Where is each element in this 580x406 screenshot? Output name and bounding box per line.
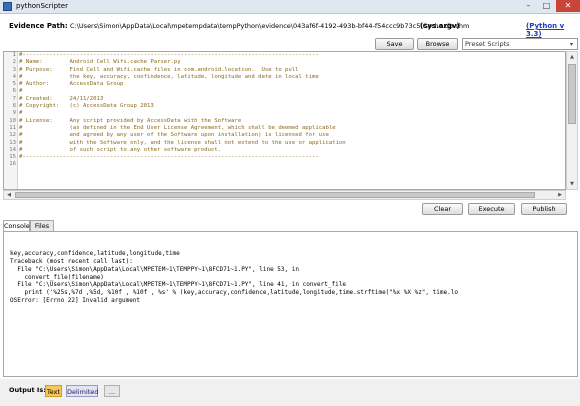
title-bar: pythonScripter – □ ✕ bbox=[0, 0, 580, 14]
console-line: Traceback (most recent call last): bbox=[10, 257, 133, 265]
code-line: # bbox=[19, 110, 23, 117]
line-number: 10 bbox=[9, 117, 16, 124]
line-number: 9 bbox=[12, 110, 16, 117]
browse-button[interactable]: Browse bbox=[417, 38, 458, 50]
code-line: #---------------------------------------… bbox=[19, 52, 319, 58]
line-number: 8 bbox=[12, 103, 16, 110]
code-line: # License: Any script provided by Access… bbox=[19, 117, 242, 124]
output-is-label: Output Is: bbox=[9, 386, 46, 394]
line-number: 5 bbox=[12, 81, 16, 88]
line-number: 7 bbox=[12, 95, 16, 102]
console-line: File "C:\Users\Simon\AppData\Local\MPETE… bbox=[10, 265, 299, 273]
code-line: # the key, accuracy, confindence, latitu… bbox=[19, 73, 319, 80]
clear-button[interactable]: Clear bbox=[422, 203, 463, 215]
console-line: print ('%25s,%7d ,%5d, %10f , %10f , %s'… bbox=[10, 289, 458, 297]
console-line: File "C:\Users\Simon\AppData\Local\MPETE… bbox=[10, 281, 346, 289]
editor-horizontal-scrollbar[interactable]: ◀ ▶ bbox=[3, 190, 566, 200]
line-number: 15 bbox=[9, 154, 16, 161]
editor-vertical-scrollbar[interactable]: ▲ ▼ bbox=[566, 51, 578, 190]
scroll-thumb-horizontal[interactable] bbox=[15, 192, 535, 198]
code-line: # Created: 24/11/2013 bbox=[19, 95, 104, 102]
scroll-left-icon[interactable]: ◀ bbox=[4, 191, 14, 199]
publish-button[interactable]: Publish bbox=[521, 203, 567, 215]
evidence-path-row: Evidence Path: C:\Users\Simon\AppData\Lo… bbox=[0, 14, 580, 38]
code-line: # (as defined in the End User License Ag… bbox=[19, 124, 336, 131]
output-options-button[interactable]: ... bbox=[104, 385, 120, 397]
code-line: # and agreed by any user of the Software… bbox=[19, 132, 329, 139]
line-number: 11 bbox=[9, 124, 16, 131]
console-line: OSError: [Errno 22] Invalid argument bbox=[10, 297, 141, 305]
save-button[interactable]: Save bbox=[375, 38, 414, 50]
console-output[interactable]: key,accuracy,confidence,latitude,longitu… bbox=[3, 231, 578, 377]
python-version-link[interactable]: (Python v 3.3) bbox=[526, 22, 580, 38]
evidence-path-value: C:\Users\Simon\AppData\Local\mpetempdata… bbox=[70, 22, 470, 30]
evidence-path-label: Evidence Path: bbox=[9, 22, 68, 30]
console-line: convert_file(filename) bbox=[10, 273, 104, 281]
close-button[interactable]: ✕ bbox=[556, 0, 580, 12]
line-number: 2 bbox=[12, 59, 16, 66]
output-format-row: Output Is: Text Delimited ... bbox=[0, 379, 580, 406]
code-line: # of such script to any other software p… bbox=[19, 146, 222, 153]
code-line: # bbox=[19, 88, 23, 95]
console-line: key,accuracy,confidence,latitude,longitu… bbox=[10, 249, 180, 257]
line-number-gutter: 1 2 3 4 5 6 7 8 9 10 11 12 13 14 15 16 bbox=[4, 52, 18, 189]
line-number: 13 bbox=[9, 139, 16, 146]
console-lines: key,accuracy,confidence,latitude,longitu… bbox=[10, 242, 576, 305]
line-number: 14 bbox=[9, 146, 16, 153]
line-number: 1 bbox=[12, 52, 16, 58]
line-number: 4 bbox=[12, 73, 16, 80]
code-line: #---------------------------------------… bbox=[19, 154, 319, 161]
code-line: # with the Software only, and the licens… bbox=[19, 139, 346, 146]
line-number: 3 bbox=[12, 66, 16, 73]
preset-scripts-placeholder: Preset Scripts bbox=[465, 40, 510, 48]
minimize-button[interactable]: – bbox=[520, 0, 537, 12]
output-delimited-option[interactable]: Delimited bbox=[66, 385, 98, 397]
output-text-option[interactable]: Text bbox=[45, 385, 62, 397]
line-number bbox=[4, 169, 17, 176]
chevron-down-icon[interactable]: ▾ bbox=[567, 40, 576, 49]
app-icon bbox=[3, 2, 12, 11]
line-number: 6 bbox=[12, 88, 16, 95]
code-line: # Author: AccessData Group bbox=[19, 81, 124, 88]
code-area[interactable]: #---------------------------------------… bbox=[19, 52, 565, 176]
scroll-thumb[interactable] bbox=[568, 64, 576, 124]
scroll-right-icon[interactable]: ▶ bbox=[555, 191, 565, 199]
window-title: pythonScripter bbox=[16, 2, 68, 10]
tab-files[interactable]: Files bbox=[30, 220, 54, 231]
line-number: 12 bbox=[9, 132, 16, 139]
code-line: # Copyright: (c) AccessData Group 2013 bbox=[19, 103, 154, 110]
preset-scripts-dropdown[interactable]: Preset Scripts ▾ bbox=[462, 38, 578, 50]
code-line: # Name: Android Cell Wifi.cache Parser.p… bbox=[19, 59, 181, 66]
code-line: # Purpose: Find Cell and Wifi.cache file… bbox=[19, 66, 299, 73]
execute-button[interactable]: Execute bbox=[468, 203, 515, 215]
scroll-down-icon[interactable]: ▼ bbox=[567, 179, 577, 189]
script-editor[interactable]: 1 2 3 4 5 6 7 8 9 10 11 12 13 14 15 16 #---------------… bbox=[3, 51, 566, 190]
scroll-up-icon[interactable]: ▲ bbox=[567, 52, 577, 62]
line-number: 16 bbox=[9, 161, 16, 168]
maximize-button[interactable]: □ bbox=[538, 0, 555, 12]
sys-argv-label: (sys.argv) bbox=[420, 22, 460, 30]
